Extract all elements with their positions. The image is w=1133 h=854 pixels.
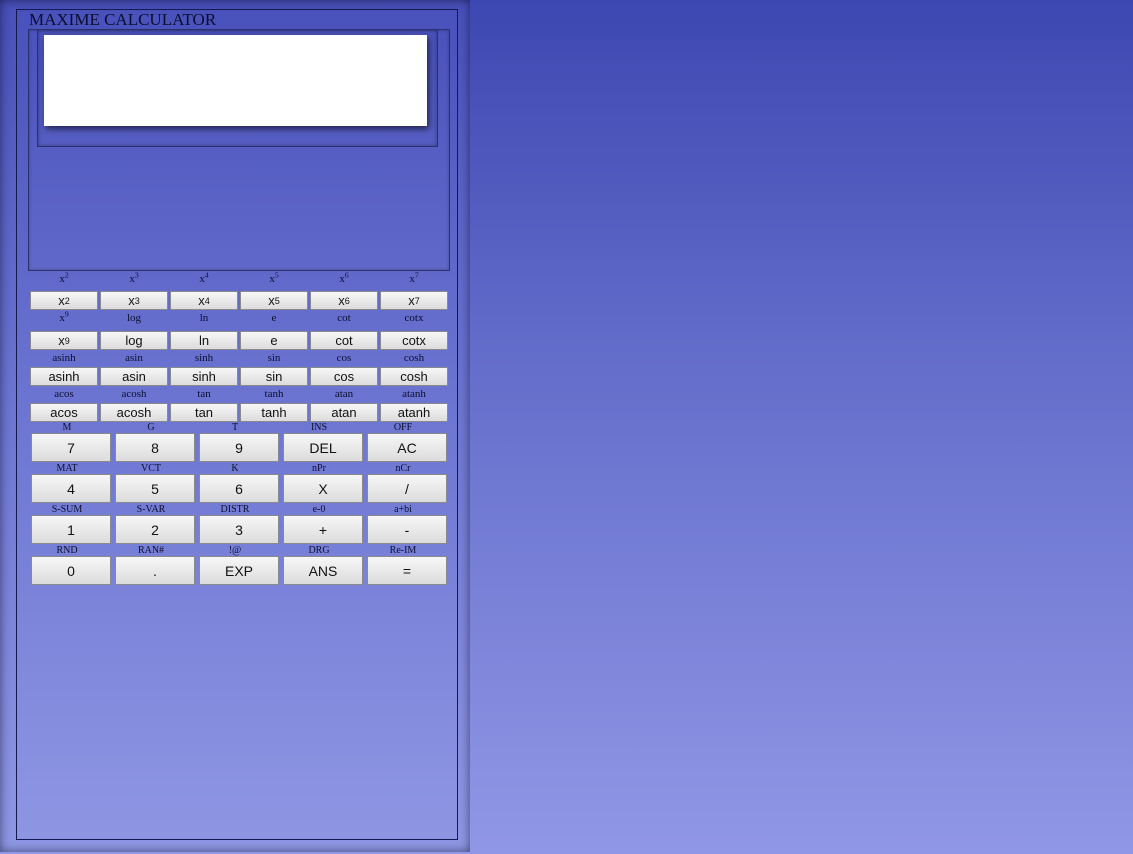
shift-label-atanh: atanh [402,388,426,400]
shift-label-sinh: sinh [194,352,214,364]
shift-label-asin: asin [125,352,143,364]
key-e[interactable]: e [240,331,308,350]
shift-label-acos: acos [54,388,74,400]
shift-label-x5: x5 [269,270,279,285]
key-atanh[interactable]: atanh [380,403,448,422]
shift-label-sin: sin [267,352,281,364]
key-acos[interactable]: acos [30,403,98,422]
shift-label-cos: cos [336,352,352,364]
key-cotx[interactable]: cotx [380,331,448,350]
key-9[interactable]: 9 [199,433,279,462]
key-7[interactable]: 7 [31,433,111,462]
shift-label-e: e [271,312,277,324]
shift-label-x2: x2 [59,270,69,285]
key-5[interactable]: 5 [115,474,195,503]
key-x7[interactable]: x7 [380,291,448,310]
key-1[interactable]: 1 [31,515,111,544]
key-tanh[interactable]: tanh [240,403,308,422]
shift-label-cotx: cotx [404,312,424,324]
key-sin[interactable]: sin [240,367,308,386]
calculator-title: MAXIME CALCULATOR [29,10,217,29]
key-atan[interactable]: atan [310,403,378,422]
shift-label-asinh: asinh [52,352,76,364]
shift-label-tan: tan [197,388,211,400]
key-ans[interactable]: ANS [283,556,363,585]
key-plus[interactable]: + [283,515,363,544]
key-3[interactable]: 3 [199,515,279,544]
key-log[interactable]: log [100,331,168,350]
key-sinh[interactable]: sinh [170,367,238,386]
key-2[interactable]: 2 [115,515,195,544]
shift-label-x6: x6 [339,270,349,285]
shift-label-ln: ln [199,312,209,324]
key-x6[interactable]: x6 [310,291,378,310]
calculator-body: MAXIME CALCULATOR x2 x 2 x3 x 3 x4 x 4 x5 x 5 x6 x 6 x7… [0,0,470,852]
shift-label-x4: x4 [199,270,209,285]
shift-label-x9: x9 [59,309,69,324]
key-tan[interactable]: tan [170,403,238,422]
shift-label-log: log [126,312,142,324]
shift-label-atan: atan [334,388,354,400]
display-screen [44,35,427,126]
shift-label-tanh: tanh [264,388,284,400]
key-cosh[interactable]: cosh [380,367,448,386]
key-del[interactable]: DEL [283,433,363,462]
key-asinh[interactable]: asinh [30,367,98,386]
key-x2[interactable]: x2 [30,291,98,310]
key-multiply[interactable]: X [283,474,363,503]
key-exp[interactable]: EXP [199,556,279,585]
key-ln[interactable]: ln [170,331,238,350]
key-divide[interactable]: / [367,474,447,503]
key-acosh[interactable]: acosh [100,403,168,422]
key-minus[interactable]: - [367,515,447,544]
key-x4[interactable]: x4 [170,291,238,310]
shift-label-acosh: acosh [121,388,147,400]
key-cos[interactable]: cos [310,367,378,386]
key-4[interactable]: 4 [31,474,111,503]
key-x3[interactable]: x3 [100,291,168,310]
shift-label-cot: cot [337,312,351,324]
key-x9[interactable]: x9 [30,331,98,350]
key-ac[interactable]: AC [367,433,447,462]
shift-label-x7: x7 [409,270,419,285]
key-6[interactable]: 6 [199,474,279,503]
key-cot[interactable]: cot [310,331,378,350]
shift-label-cosh: cosh [403,352,425,364]
shift-label-x3: x3 [129,270,139,285]
key-0[interactable]: 0 [31,556,111,585]
key-dot[interactable]: . [115,556,195,585]
key-x5[interactable]: x5 [240,291,308,310]
key-equals[interactable]: = [367,556,447,585]
key-8[interactable]: 8 [115,433,195,462]
key-asin[interactable]: asin [100,367,168,386]
